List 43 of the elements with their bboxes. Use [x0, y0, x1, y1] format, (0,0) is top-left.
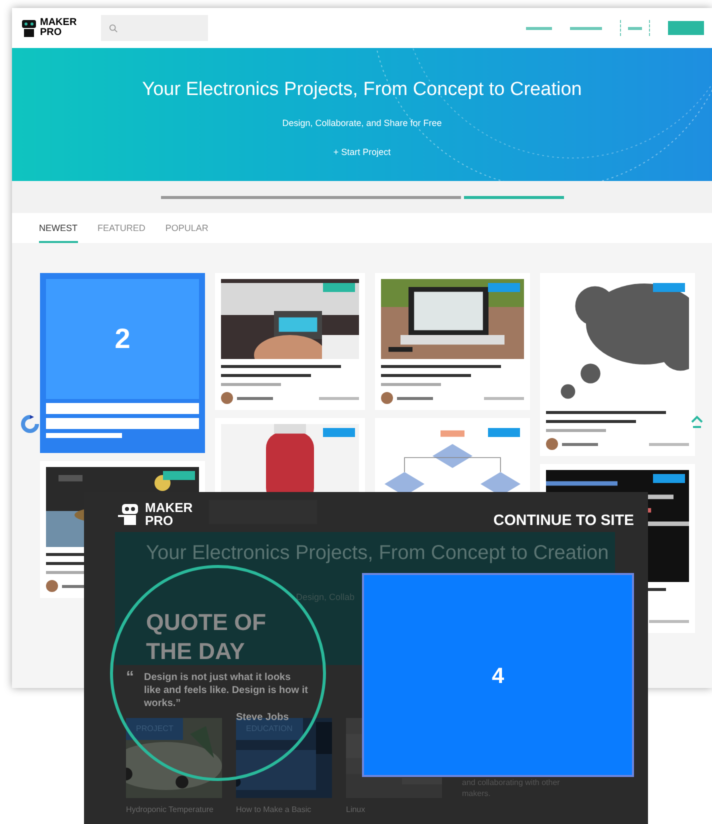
- project-card[interactable]: [215, 273, 365, 410]
- robot-icon: [20, 17, 38, 39]
- avatar: [381, 392, 393, 404]
- blurred-text: [546, 429, 606, 432]
- logo[interactable]: MAKER PRO: [20, 17, 77, 39]
- blurred-text: [484, 396, 524, 400]
- quote-heading: QUOTE OF THE DAY: [146, 608, 268, 666]
- avatar: [546, 438, 558, 450]
- blurred-text: [562, 442, 598, 446]
- blurred-text: [649, 442, 689, 446]
- search-field[interactable]: [100, 15, 208, 41]
- dim-card-title: Hydroponic Temperature: [126, 804, 214, 816]
- tab[interactable]: FEATURED: [98, 222, 146, 243]
- blurred-text: [221, 383, 281, 386]
- search-icon: [108, 24, 118, 32]
- hero-title: Your Electronics Projects, From Concept to Creation: [142, 78, 582, 102]
- avatar: [46, 580, 58, 592]
- blurred-text: [381, 383, 441, 386]
- dim-card-title: How to Make a Basic: [236, 804, 312, 816]
- hero-subtitle: Design, Collaborate, and Share for Free: [282, 116, 442, 130]
- nav-link[interactable]: [526, 26, 552, 30]
- nav-link[interactable]: [570, 26, 602, 30]
- blurred-text: [397, 396, 433, 400]
- project-card[interactable]: [540, 273, 695, 456]
- project-card[interactable]: [375, 273, 530, 410]
- logo-text: MAKER: [145, 501, 193, 514]
- blurred-text: [649, 620, 689, 622]
- placeholder-box: 4: [362, 573, 634, 777]
- quote-mark: “: [126, 668, 134, 688]
- login-button[interactable]: [620, 20, 650, 36]
- avatar: [221, 392, 233, 404]
- logo-text: PRO: [145, 514, 174, 527]
- blurred-text: [237, 396, 273, 400]
- recaptcha-icon[interactable]: [18, 412, 42, 436]
- blurred-text: [319, 396, 359, 400]
- quote-text: Design is not just what it looks like and feels like. Design is how it works.”: [144, 671, 309, 710]
- learn-more-link[interactable]: [464, 196, 564, 198]
- number-label: 2: [46, 279, 199, 399]
- dim-card-title: Linux: [346, 804, 366, 816]
- tab[interactable]: POPULAR: [165, 222, 208, 243]
- continue-to-site-button[interactable]: CONTINUE TO SITE: [493, 510, 634, 532]
- scroll-up-icon[interactable]: [691, 415, 703, 431]
- dim-hero-title: Your Electronics Projects, From Concept to Creation: [146, 541, 609, 566]
